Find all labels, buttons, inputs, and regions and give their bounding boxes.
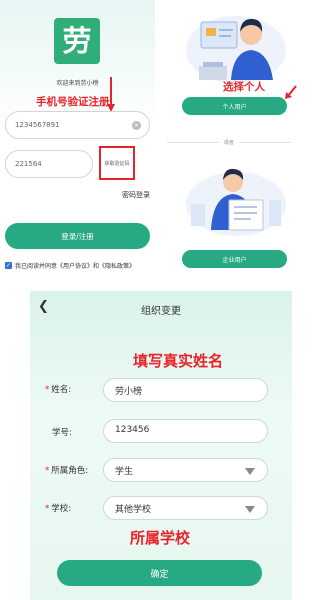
org-change-screen: ❮ 组织变更 填写真实姓名 * 姓名: 劳小榜 学号: 123456 * 所属角色:… bbox=[30, 291, 292, 600]
required-asterisk: * bbox=[45, 385, 50, 395]
login-register-label: 登录/注册 bbox=[61, 231, 94, 241]
chevron-down-icon bbox=[245, 506, 255, 513]
verification-code-value: 221564 bbox=[15, 160, 42, 168]
student-id-label-text: 学号: bbox=[52, 428, 72, 438]
personal-user-label: 个人用户 bbox=[222, 103, 247, 111]
agreement-checkbox[interactable]: ✓ bbox=[5, 262, 12, 269]
app-logo: 劳 bbox=[54, 18, 100, 64]
school-select-value: 其他学校 bbox=[115, 505, 152, 515]
student-id-input[interactable]: 123456 bbox=[103, 419, 268, 443]
login-register-button[interactable]: 登录/注册 bbox=[5, 223, 150, 249]
name-input[interactable]: 劳小榜 bbox=[103, 378, 268, 402]
phone-input-value: 1234567891 bbox=[15, 121, 60, 129]
name-label: * 姓名: bbox=[45, 383, 71, 395]
name-input-value: 劳小榜 bbox=[115, 387, 143, 397]
role-label: * 所属角色: bbox=[45, 464, 88, 476]
or-divider: 或者 bbox=[159, 136, 299, 148]
enterprise-user-label: 企业用户 bbox=[222, 256, 247, 264]
annotation-phone-register: 手机号验证注册 bbox=[36, 96, 110, 108]
role-select-value: 学生 bbox=[115, 467, 134, 477]
school-label-text: 学校: bbox=[51, 504, 72, 514]
student-id-label: 学号: bbox=[52, 426, 72, 438]
annotation-real-name: 填写真实姓名 bbox=[133, 352, 224, 370]
clear-icon[interactable]: ✕ bbox=[132, 121, 141, 130]
personal-user-illustration bbox=[186, 16, 286, 84]
annotation-select-personal: 选择个人 bbox=[223, 81, 265, 93]
role-select[interactable]: 学生 bbox=[103, 458, 268, 482]
agreement-row: ✓ 我已阅读并同意《用户协议》和《隐私政策》 bbox=[5, 261, 135, 270]
confirm-button[interactable]: 确定 bbox=[57, 560, 262, 586]
school-label: * 学校: bbox=[45, 502, 71, 514]
personal-user-button[interactable]: 个人用户 bbox=[182, 97, 287, 115]
get-code-button[interactable]: 获取验证码 bbox=[99, 146, 135, 180]
get-code-label: 获取验证码 bbox=[104, 160, 130, 167]
role-label-text: 所属角色: bbox=[51, 466, 89, 476]
password-login-link[interactable]: 密码登录 bbox=[122, 190, 150, 200]
name-label-text: 姓名: bbox=[51, 385, 72, 395]
verification-code-input[interactable]: 221564 bbox=[5, 150, 93, 178]
welcome-text: 欢迎来到劳小榜 bbox=[56, 80, 99, 87]
chevron-down-icon bbox=[245, 468, 255, 475]
page-title: 组织变更 bbox=[141, 306, 181, 317]
enterprise-user-button[interactable]: 企业用户 bbox=[182, 250, 287, 268]
red-arrow-down-left-icon bbox=[285, 85, 297, 99]
phone-input[interactable]: 1234567891 ✕ bbox=[5, 111, 150, 139]
required-asterisk: * bbox=[45, 504, 50, 514]
login-screen: 劳 欢迎来到劳小榜 手机号验证注册 1234567891 ✕ 221564 获取… bbox=[0, 0, 155, 285]
school-select[interactable]: 其他学校 bbox=[103, 496, 268, 520]
agreement-text: 我已阅读并同意《用户协议》和《隐私政策》 bbox=[15, 263, 136, 270]
divider-line-right bbox=[239, 142, 291, 143]
student-id-input-value: 123456 bbox=[115, 425, 150, 435]
confirm-label: 确定 bbox=[150, 569, 169, 580]
annotation-school: 所属学校 bbox=[130, 529, 191, 547]
enterprise-user-illustration bbox=[186, 168, 286, 236]
required-asterisk: * bbox=[45, 466, 50, 476]
app-logo-glyph: 劳 bbox=[62, 23, 92, 58]
identity-selection-screen: 选择个人 个人用户 或者 企业用户 bbox=[159, 0, 299, 285]
